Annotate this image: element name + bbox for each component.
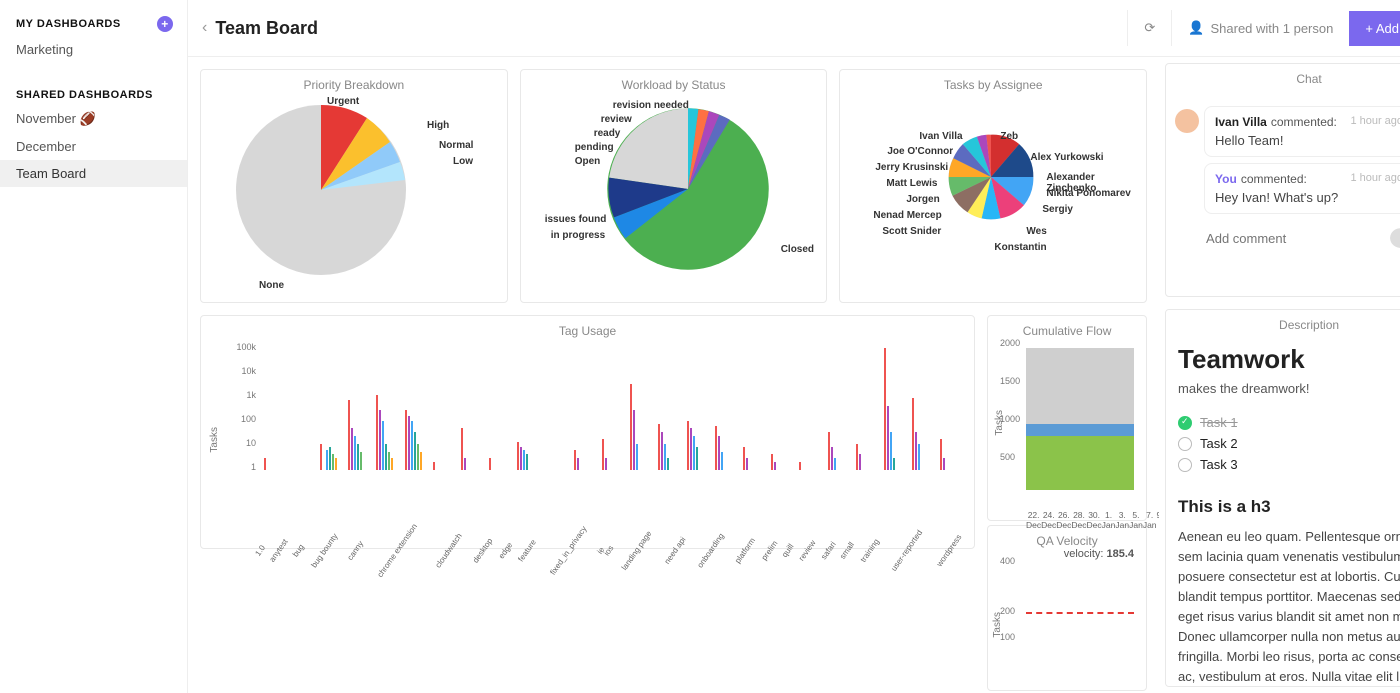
- cf-chart: Tasks 2000 1500 1000 500 22.Dec24.Dec26.…: [988, 340, 1146, 520]
- right-column: Chat 2 Ivan Villacommented:1 hour ago He…: [1159, 57, 1400, 693]
- sidebar-item-team-board[interactable]: Team Board: [0, 160, 187, 187]
- refresh-button[interactable]: ⟳: [1127, 10, 1171, 46]
- task-row[interactable]: Task 2: [1178, 433, 1400, 454]
- desc-h3: This is a h3: [1178, 497, 1400, 517]
- my-dashboards-header: MY DASHBOARDS +: [0, 12, 187, 36]
- my-dashboards-label: MY DASHBOARDS: [16, 18, 121, 30]
- shared-with-label: Shared with 1 person: [1210, 21, 1333, 36]
- workload-title: Workload by Status: [521, 70, 827, 94]
- sidebar-item-marketing[interactable]: Marketing: [0, 36, 187, 63]
- task-row[interactable]: Task 3: [1178, 454, 1400, 475]
- sidebar-item-november[interactable]: November 🏈: [0, 105, 187, 133]
- tag-title: Tag Usage: [201, 316, 974, 340]
- panel-chat[interactable]: Chat 2 Ivan Villacommented:1 hour ago He…: [1165, 63, 1400, 297]
- assignee-pie: [944, 130, 1038, 224]
- priority-pie: [221, 90, 421, 290]
- topbar: ‹ Team Board ⟳ 👤 Shared with 1 person + …: [188, 0, 1400, 57]
- panel-description[interactable]: Description Teamwork makes the dreamwork…: [1165, 309, 1400, 687]
- checkbox-icon[interactable]: [1178, 416, 1192, 430]
- task-row[interactable]: Task 1: [1178, 412, 1400, 433]
- desc-sub: makes the dreamwork!: [1178, 381, 1400, 396]
- panel-tag-usage[interactable]: Tag Usage Tasks 100k10k1k100101 1.0anyte…: [200, 315, 975, 549]
- shared-with-button[interactable]: 👤 Shared with 1 person: [1171, 10, 1349, 46]
- panel-tasks-assignee[interactable]: Tasks by Assignee: [839, 69, 1147, 303]
- add-widget-button[interactable]: + Add Widget: [1349, 11, 1400, 46]
- sidebar: MY DASHBOARDS + Marketing SHARED DASHBOA…: [0, 0, 188, 693]
- chat-message: Youcommented:1 hour ago Hey Ivan! What's…: [1204, 163, 1400, 214]
- panel-workload-status[interactable]: Workload by Status revision nee: [520, 69, 828, 303]
- refresh-icon: ⟳: [1144, 20, 1155, 36]
- tag-ylabel: Tasks: [209, 427, 220, 453]
- cf-title: Cumulative Flow: [988, 316, 1146, 340]
- checkbox-icon[interactable]: [1178, 437, 1192, 451]
- tag-bars: [260, 340, 974, 470]
- page-title: Team Board: [215, 18, 318, 39]
- chat-message: Ivan Villacommented:1 hour ago Hello Tea…: [1204, 106, 1400, 157]
- desc-paragraph: Aenean eu leo quam. Pellentesque ornare …: [1178, 527, 1400, 687]
- panel-cumulative-flow[interactable]: Cumulative Flow Tasks 2000 1500 1000 500…: [987, 315, 1147, 521]
- panel-priority-breakdown[interactable]: Priority Breakdown Urgent High Normal Lo: [200, 69, 508, 303]
- send-icon[interactable]: [1390, 228, 1400, 248]
- desc-heading: Teamwork: [1178, 344, 1400, 375]
- qa-body: velocity: 185.4 Tasks 400 200 100: [988, 550, 1146, 690]
- tag-yaxis: 100k10k1k100101: [224, 342, 260, 472]
- chat-input[interactable]: [1206, 231, 1382, 246]
- tag-xlabels: 1.0anytestbugbug bountycannychrome exten…: [201, 540, 974, 600]
- back-button[interactable]: ‹: [198, 19, 211, 37]
- shared-dashboards-label: SHARED DASHBOARDS: [16, 89, 153, 101]
- assignee-title: Tasks by Assignee: [840, 70, 1146, 94]
- dashboard-area: Priority Breakdown Urgent High Normal Lo: [188, 57, 1159, 693]
- person-icon: 👤: [1188, 20, 1204, 36]
- panel-qa-velocity[interactable]: QA Velocity velocity: 185.4 Tasks 400 20…: [987, 525, 1147, 691]
- shared-dashboards-header: SHARED DASHBOARDS: [0, 85, 187, 105]
- sidebar-item-december[interactable]: December: [0, 133, 187, 160]
- main: ‹ Team Board ⟳ 👤 Shared with 1 person + …: [188, 0, 1400, 693]
- avatar: [1175, 109, 1199, 133]
- checkbox-icon[interactable]: [1178, 458, 1192, 472]
- add-dashboard-button[interactable]: +: [157, 16, 173, 32]
- desc-title: Description: [1166, 310, 1400, 334]
- chat-title: Chat: [1196, 64, 1400, 88]
